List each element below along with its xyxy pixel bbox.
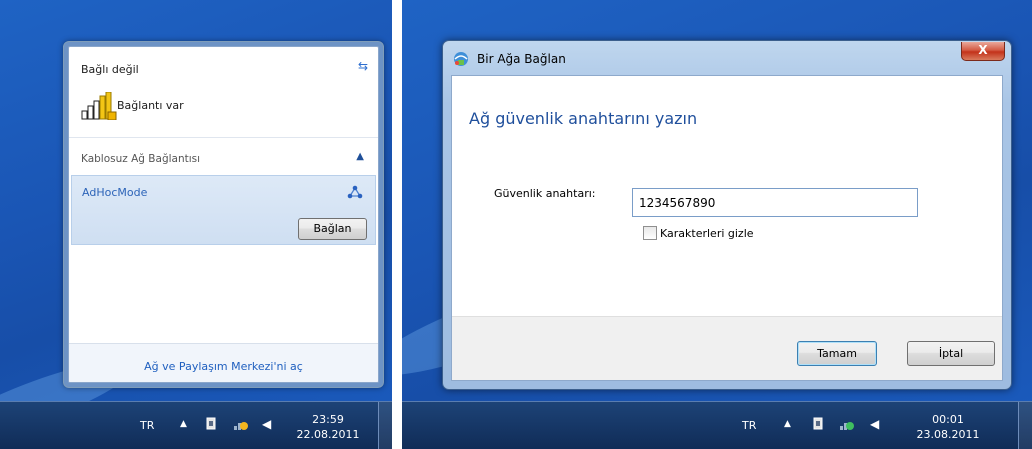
flyout-footer: Ağ ve Paylaşım Merkezi'ni aç <box>69 344 378 382</box>
show-hidden-icons-chevron-icon[interactable]: ▲ <box>180 419 187 429</box>
security-key-label: Güvenlik anahtarı: <box>494 187 596 200</box>
show-desktop-button[interactable] <box>1018 402 1032 449</box>
network-app-icon <box>454 52 468 66</box>
network-tray-icon[interactable] <box>234 417 250 431</box>
close-button[interactable]: X <box>961 42 1005 61</box>
clock-date: 22.08.2011 <box>296 428 360 441</box>
network-name: AdHocMode <box>82 186 148 199</box>
show-hidden-icons-chevron-icon[interactable]: ▲ <box>784 419 791 429</box>
divider <box>69 137 378 138</box>
security-key-input[interactable] <box>632 188 918 217</box>
connect-button[interactable]: Bağlan <box>298 218 367 240</box>
network-flyout: Bağlı değil ⇆ Bağlantı var Kablosuz Ağ B… <box>63 41 384 388</box>
connection-status-text: Bağlı değil <box>81 63 139 76</box>
collapse-chevron-icon[interactable]: ▲ <box>356 151 364 162</box>
taskbar: TR ▲ ◀ 23:59 22.08.2011 <box>0 401 392 449</box>
hide-characters-checkbox[interactable] <box>643 226 657 240</box>
adhoc-network-icon <box>347 185 363 199</box>
refresh-icon[interactable]: ⇆ <box>358 59 368 73</box>
action-center-flag-icon[interactable] <box>812 417 824 431</box>
wireless-section-title: Kablosuz Ağ Bağlantısı <box>81 153 201 165</box>
clock-time: 23:59 <box>312 413 344 426</box>
open-network-center-link[interactable]: Ağ ve Paylaşım Merkezi'ni aç <box>69 360 378 373</box>
volume-icon[interactable]: ◀ <box>870 417 879 431</box>
network-tray-icon[interactable] <box>840 417 856 431</box>
language-indicator[interactable]: TR <box>140 419 154 432</box>
dialog-title: Bir Ağa Bağlan <box>477 52 566 66</box>
hide-characters-label[interactable]: Karakterleri gizle <box>660 227 754 240</box>
taskbar-clock[interactable]: 23:59 22.08.2011 <box>292 412 364 442</box>
ok-button[interactable]: Tamam <box>797 341 877 366</box>
network-list-item-adhocmode[interactable]: AdHocMode Bağlan <box>71 175 376 245</box>
taskbar: TR ▲ ◀ 00:01 23.08.2011 <box>402 401 1032 449</box>
dialog-heading: Ağ güvenlik anahtarını yazın <box>469 109 698 128</box>
action-center-flag-icon[interactable] <box>205 417 217 431</box>
clock-time: 00:01 <box>932 413 964 426</box>
show-desktop-button[interactable] <box>378 402 392 449</box>
network-flyout-body: Bağlı değil ⇆ Bağlantı var Kablosuz Ağ B… <box>68 46 379 383</box>
clock-date: 23.08.2011 <box>916 428 980 441</box>
dialog-footer: Tamam İptal <box>452 316 1002 380</box>
cancel-button[interactable]: İptal <box>907 341 995 366</box>
right-screenshot: Bir Ağa Bağlan X Ağ güvenlik anahtarını … <box>402 0 1032 449</box>
volume-icon[interactable]: ◀ <box>262 417 271 431</box>
dialog-content: Ağ güvenlik anahtarını yazın Güvenlik an… <box>451 75 1003 381</box>
taskbar-clock[interactable]: 00:01 23.08.2011 <box>912 412 984 442</box>
language-indicator[interactable]: TR <box>742 419 756 432</box>
signal-strength-icon <box>81 92 117 120</box>
connection-access-text: Bağlantı var <box>117 99 184 112</box>
left-screenshot: Bağlı değil ⇆ Bağlantı var Kablosuz Ağ B… <box>0 0 392 449</box>
connect-network-dialog: Bir Ağa Bağlan X Ağ güvenlik anahtarını … <box>442 40 1012 390</box>
